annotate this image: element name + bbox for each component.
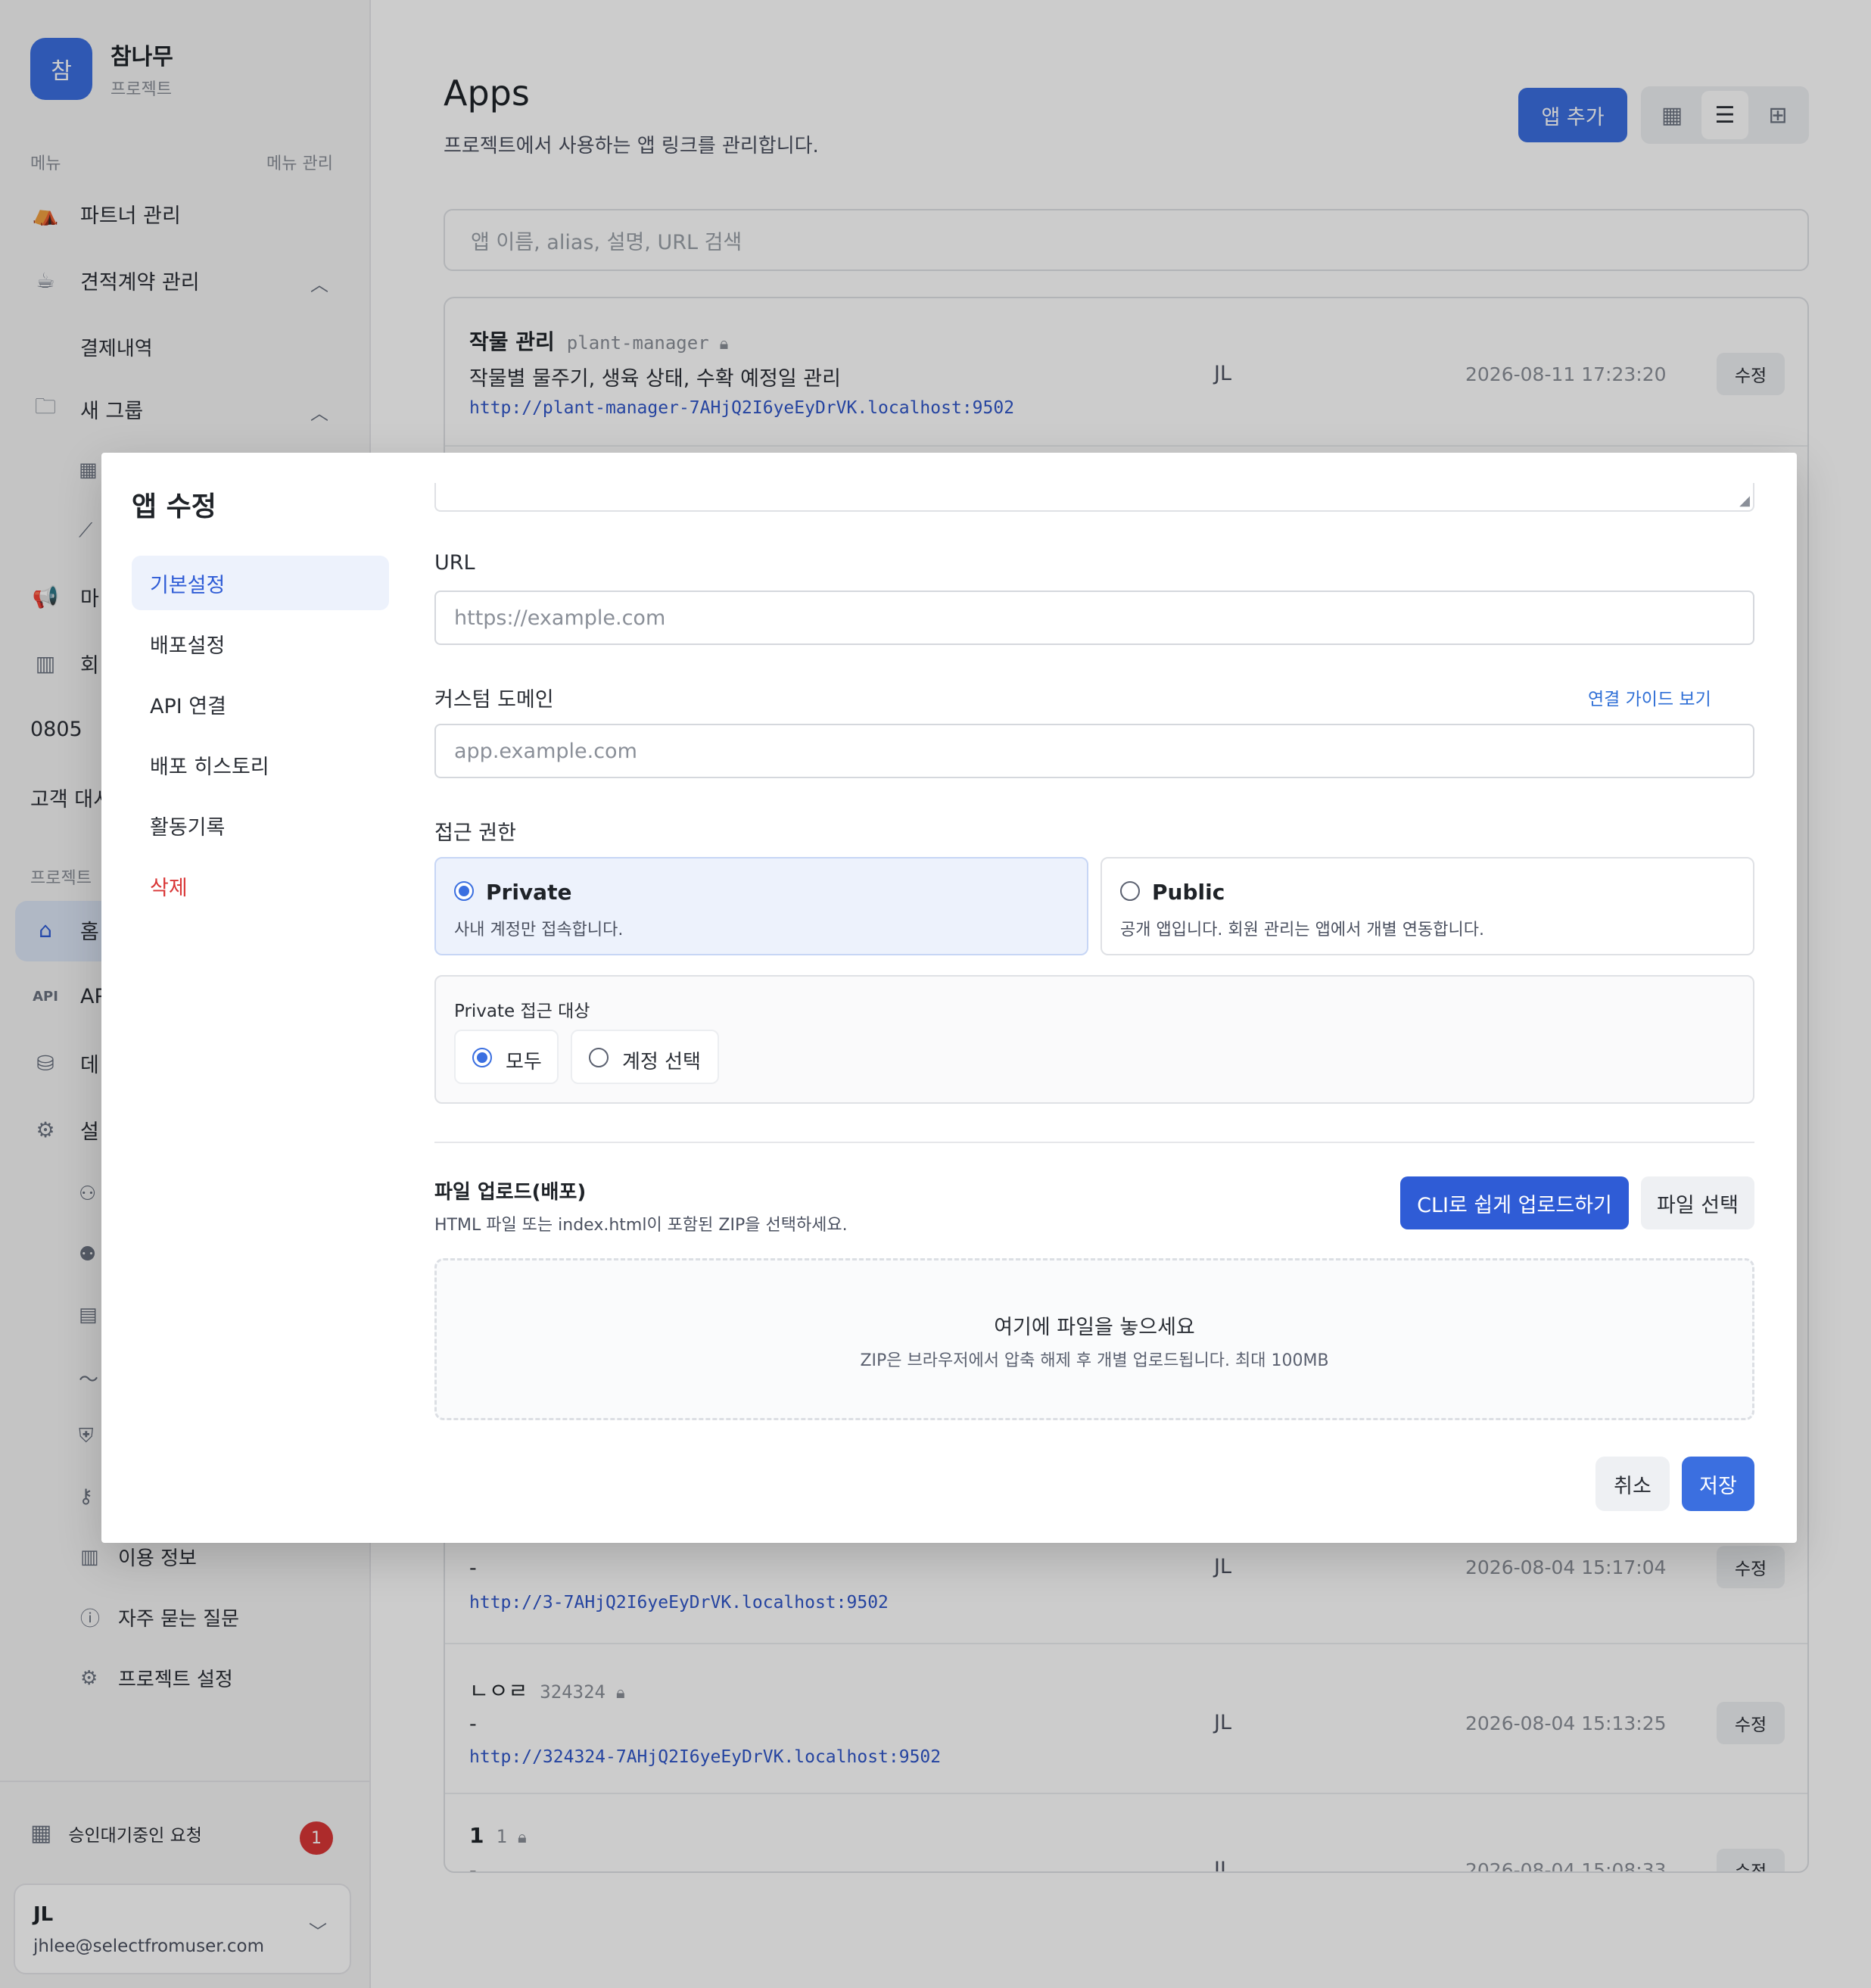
radio-target-select[interactable] [589, 1048, 609, 1067]
resize-handle-icon[interactable]: ◢ [1739, 493, 1750, 509]
tab-deploy-settings[interactable]: 배포설정 [132, 616, 389, 671]
tab-activity-log[interactable]: 활동기록 [132, 798, 389, 852]
access-public-title: Public [1152, 880, 1225, 905]
tab-delete[interactable]: 삭제 [132, 858, 389, 913]
file-dropzone[interactable]: 여기에 파일을 놓으세요 ZIP은 브라우저에서 압축 해제 후 개별 업로드됩… [434, 1258, 1754, 1420]
target-select-option[interactable]: 계정 선택 [571, 1030, 719, 1084]
custom-domain-input[interactable]: app.example.com [434, 724, 1754, 778]
tab-basic-settings[interactable]: 기본설정 [132, 556, 389, 610]
radio-target-all[interactable] [472, 1048, 492, 1067]
access-public-desc: 공개 앱입니다. 회원 관리는 앱에서 개별 연동합니다. [1120, 921, 1484, 939]
radio-private[interactable] [454, 881, 474, 901]
modal-title: 앱 수정 [132, 491, 216, 522]
cli-upload-button[interactable]: CLI로 쉽게 업로드하기 [1400, 1176, 1629, 1229]
private-target-box: Private 접근 대상 모두 계정 선택 [434, 975, 1754, 1104]
access-label: 접근 권한 [434, 821, 516, 845]
private-target-label: Private 접근 대상 [454, 1002, 590, 1021]
tab-api-connection[interactable]: API 연결 [132, 677, 389, 731]
radio-public[interactable] [1120, 881, 1140, 901]
target-select-label: 계정 선택 [622, 1051, 701, 1073]
upload-title: 파일 업로드(배포) [434, 1181, 587, 1204]
description-textarea[interactable]: ◢ [434, 483, 1754, 512]
url-label: URL [434, 551, 475, 575]
access-private-title: Private [486, 880, 572, 905]
file-select-button[interactable]: 파일 선택 [1641, 1176, 1754, 1229]
url-input[interactable]: https://example.com [434, 590, 1754, 645]
dropzone-description: ZIP은 브라우저에서 압축 해제 후 개별 업로드됩니다. 최대 100MB [860, 1351, 1329, 1370]
target-all-option[interactable]: 모두 [454, 1030, 559, 1084]
cancel-button[interactable]: 취소 [1595, 1457, 1670, 1511]
access-private-option[interactable]: Private 사내 계정만 접속합니다. [434, 857, 1088, 955]
save-button[interactable]: 저장 [1682, 1457, 1754, 1511]
target-all-label: 모두 [506, 1051, 542, 1073]
dropzone-title: 여기에 파일을 놓으세요 [994, 1316, 1195, 1339]
access-private-desc: 사내 계정만 접속합니다. [454, 921, 624, 939]
divider [434, 1142, 1754, 1143]
tab-deploy-history[interactable]: 배포 히스토리 [132, 737, 389, 792]
custom-domain-label: 커스텀 도메인 [434, 688, 554, 712]
access-public-option[interactable]: Public 공개 앱입니다. 회원 관리는 앱에서 개별 연동합니다. [1100, 857, 1754, 955]
upload-description: HTML 파일 또는 index.html이 포함된 ZIP을 선택하세요. [434, 1216, 848, 1235]
domain-guide-link[interactable]: 연결 가이드 보기 [1588, 684, 1711, 710]
edit-app-modal: 앱 수정 기본설정 배포설정 API 연결 배포 히스토리 활동기록 삭제 ◢ … [101, 453, 1797, 1543]
